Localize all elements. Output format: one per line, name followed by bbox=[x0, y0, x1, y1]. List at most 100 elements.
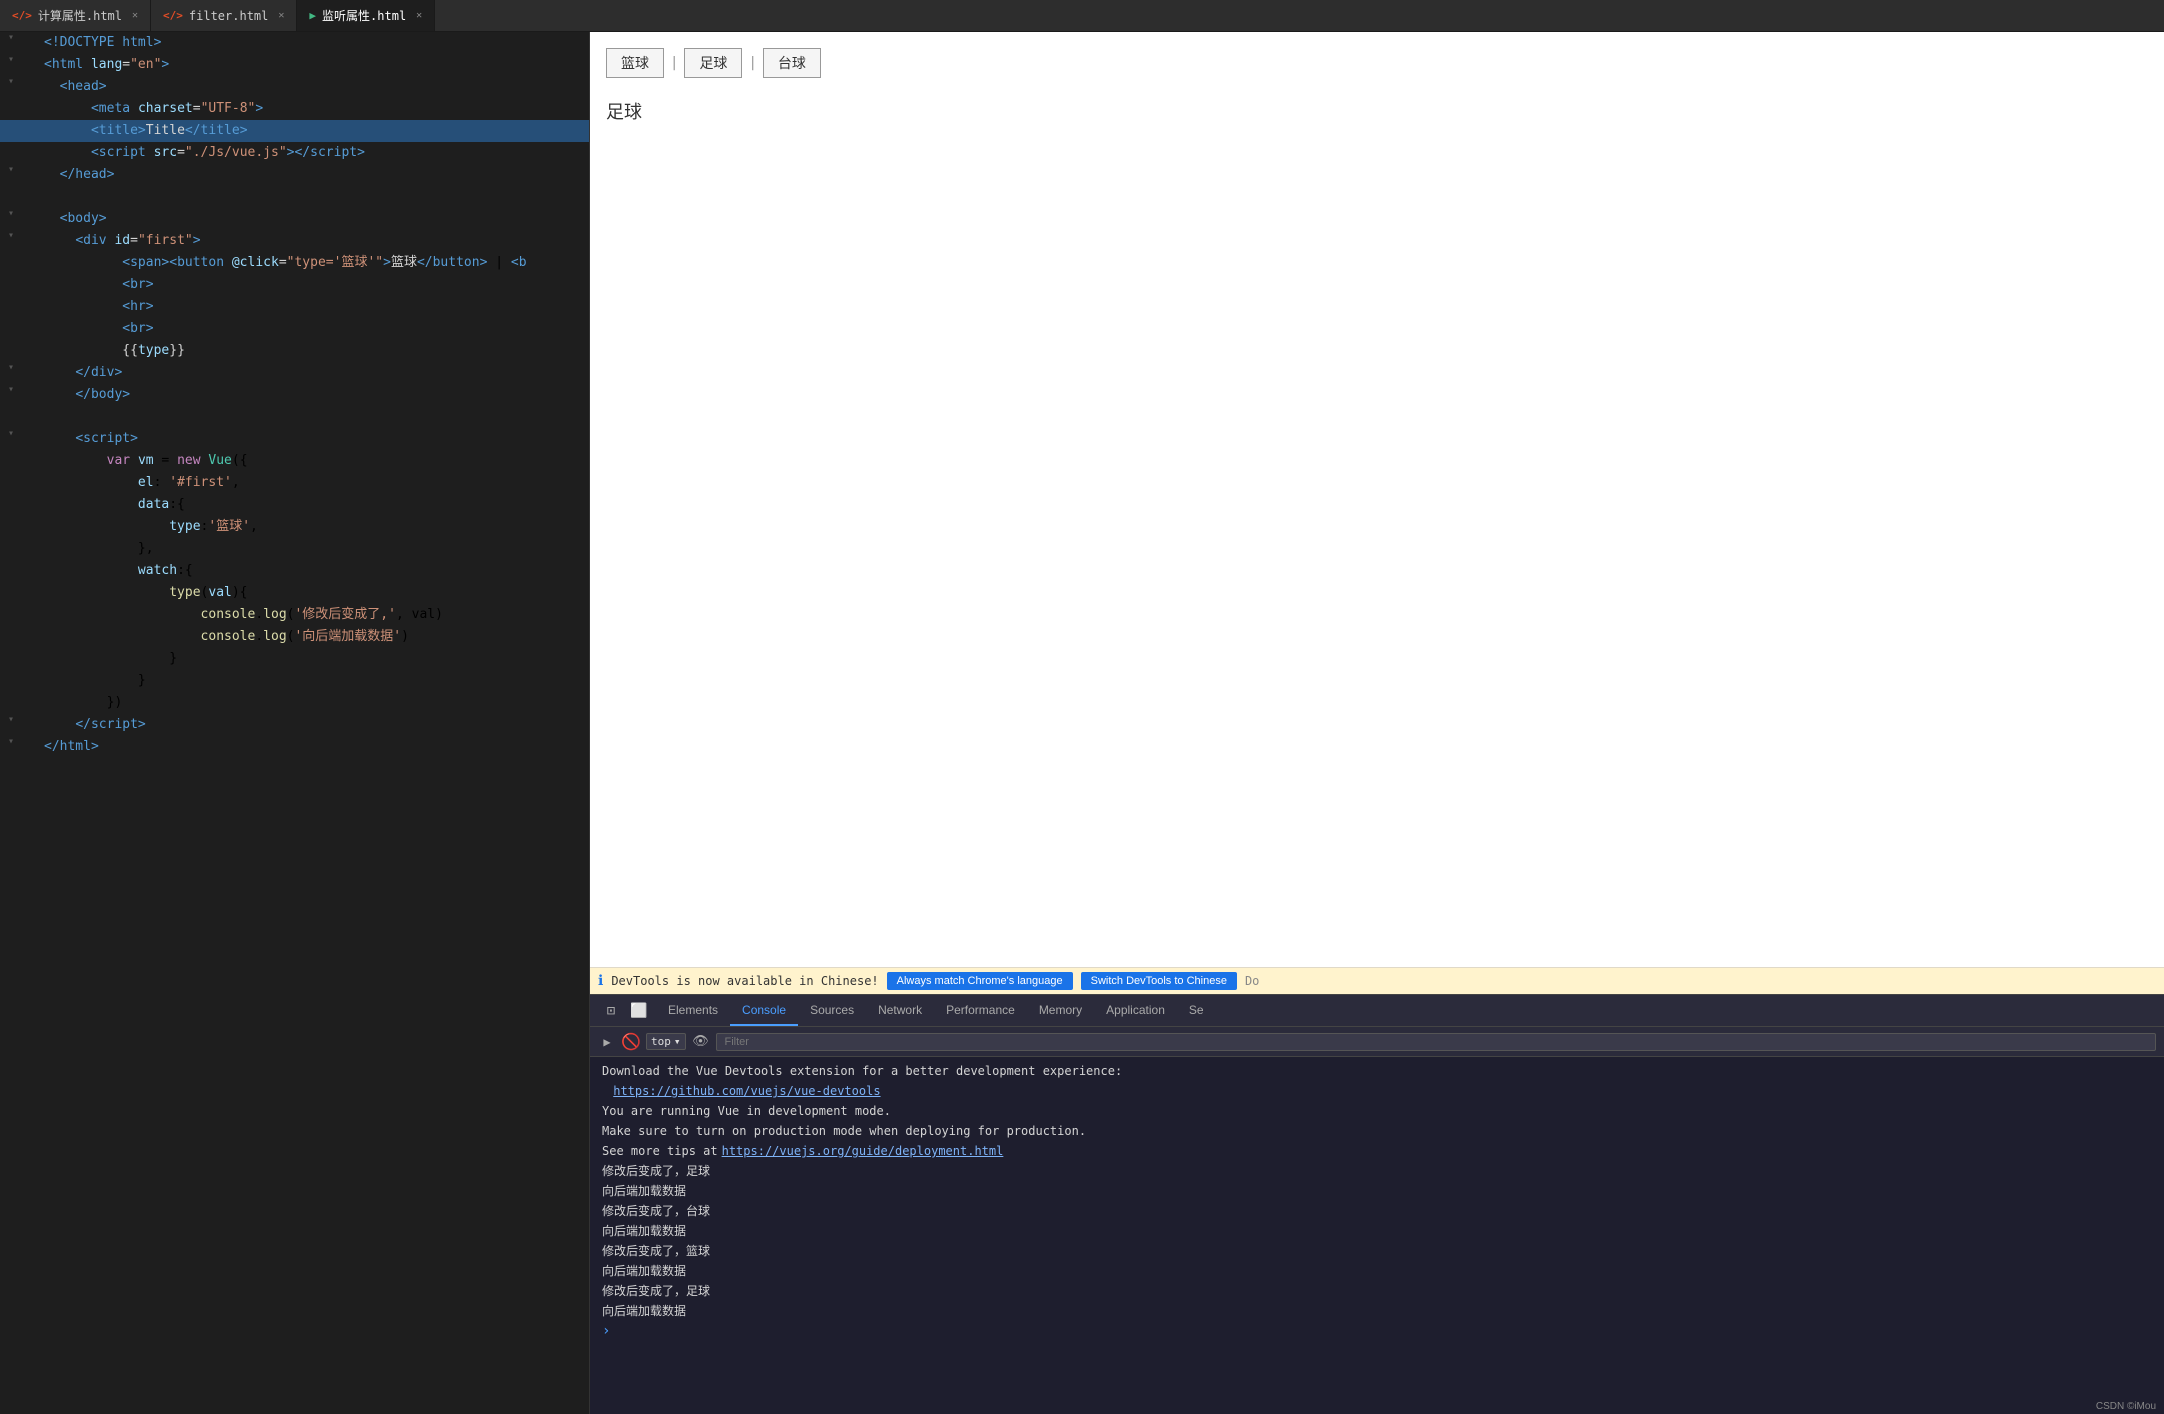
code-line-17: ▾ </body> bbox=[0, 384, 589, 406]
preview-area: 篮球 | 足球 | 台球 足球 bbox=[590, 32, 2164, 967]
fold-arrow-32[interactable]: ▾ bbox=[4, 714, 18, 725]
code-line-33: ▾ </html> bbox=[0, 736, 589, 758]
code-line-1: ▾<!DOCTYPE html> bbox=[0, 32, 589, 54]
console-text-12: 修改后变成了，足球 bbox=[602, 1282, 710, 1300]
line-content-15: {{type}} bbox=[40, 340, 585, 362]
preview-buttons-row: 篮球 | 足球 | 台球 bbox=[606, 48, 2148, 78]
fold-arrow-10[interactable]: ▾ bbox=[4, 230, 18, 241]
line-content-28: console.log('向后端加载数据') bbox=[40, 626, 585, 648]
line-gutter-16: ▾ bbox=[4, 362, 40, 373]
code-line-7: ▾ </head> bbox=[0, 164, 589, 186]
line-content-6: <script src="./Js/vue.js"></script> bbox=[40, 142, 585, 164]
device-toggle-icon[interactable]: ⬜ bbox=[626, 998, 652, 1024]
fold-arrow-33[interactable]: ▾ bbox=[4, 736, 18, 747]
code-line-12: <br> bbox=[0, 274, 589, 296]
tab-console[interactable]: Console bbox=[730, 995, 798, 1026]
notify-btn-switch[interactable]: Switch DevTools to Chinese bbox=[1081, 972, 1237, 990]
tab-security[interactable]: Se bbox=[1177, 995, 1216, 1026]
console-text-11: 向后端加载数据 bbox=[602, 1262, 686, 1280]
line-content-30: } bbox=[40, 670, 585, 692]
console-output: Download the Vue Devtools extension for … bbox=[590, 1057, 2164, 1414]
tab-listen-close[interactable]: ✕ bbox=[416, 10, 422, 21]
console-context-select[interactable]: top ▾ bbox=[646, 1033, 686, 1050]
console-msg-9: 向后端加载数据 bbox=[590, 1221, 2164, 1241]
tab-listen-label: 监听属性.html bbox=[322, 7, 406, 24]
console-text-8: 修改后变成了，台球 bbox=[602, 1202, 710, 1220]
line-content-27: console.log('修改后变成了,', val) bbox=[40, 604, 585, 626]
notify-btn-always[interactable]: Always match Chrome's language bbox=[887, 972, 1073, 990]
code-line-15: {{type}} bbox=[0, 340, 589, 362]
fold-arrow-9[interactable]: ▾ bbox=[4, 208, 18, 219]
line-content-19: <script> bbox=[40, 428, 585, 450]
console-text-3: You are running Vue in development mode. bbox=[602, 1102, 891, 1120]
console-text-7: 向后端加载数据 bbox=[602, 1182, 686, 1200]
line-content-20: var vm = new Vue({ bbox=[40, 450, 585, 472]
notify-do: Do bbox=[1245, 974, 1259, 988]
console-text-9: 向后端加载数据 bbox=[602, 1222, 686, 1240]
info-icon: ℹ bbox=[598, 973, 603, 989]
tab-network[interactable]: Network bbox=[866, 995, 934, 1026]
console-link-2[interactable]: https://vuejs.org/guide/deployment.html bbox=[722, 1142, 1004, 1160]
btn-billiards[interactable]: 台球 bbox=[763, 48, 821, 78]
fold-arrow-2[interactable]: ▾ bbox=[4, 54, 18, 65]
devtools-icons: ⊡ ⬜ bbox=[594, 998, 656, 1024]
console-clear-icon[interactable]: 🚫 bbox=[622, 1033, 640, 1051]
console-msg-6: 修改后变成了，足球 bbox=[590, 1161, 2164, 1181]
code-line-5: <title>Title</title> bbox=[0, 120, 589, 142]
console-link-1[interactable]: https://github.com/vuejs/vue-devtools bbox=[613, 1082, 880, 1100]
code-line-22: data:{ bbox=[0, 494, 589, 516]
line-content-22: data:{ bbox=[40, 494, 585, 516]
tab-memory[interactable]: Memory bbox=[1027, 995, 1094, 1026]
chevron-down-icon: ▾ bbox=[674, 1035, 681, 1048]
fold-arrow-7[interactable]: ▾ bbox=[4, 164, 18, 175]
tab-filter[interactable]: </> filter.html ✕ bbox=[151, 0, 297, 31]
code-editor[interactable]: ▾<!DOCTYPE html>▾<html lang="en">▾ <head… bbox=[0, 32, 590, 1414]
line-content-4: <meta charset="UTF-8"> bbox=[40, 98, 585, 120]
fold-arrow-19[interactable]: ▾ bbox=[4, 428, 18, 439]
tab-calc-close[interactable]: ✕ bbox=[132, 10, 138, 21]
preview-current-value: 足球 bbox=[606, 98, 2148, 124]
code-line-8 bbox=[0, 186, 589, 208]
line-content-24: }, bbox=[40, 538, 585, 560]
btn-basketball[interactable]: 篮球 bbox=[606, 48, 664, 78]
console-msg-7: 向后端加载数据 bbox=[590, 1181, 2164, 1201]
devtools-notification: ℹ DevTools is now available in Chinese! … bbox=[590, 967, 2164, 994]
fold-arrow-1[interactable]: ▾ bbox=[4, 32, 18, 43]
sep-2: | bbox=[742, 48, 762, 78]
console-filter-input[interactable] bbox=[716, 1033, 2157, 1051]
fold-arrow-17[interactable]: ▾ bbox=[4, 384, 18, 395]
tab-elements[interactable]: Elements bbox=[656, 995, 730, 1026]
console-prompt[interactable]: › bbox=[590, 1321, 2164, 1341]
tab-application[interactable]: Application bbox=[1094, 995, 1177, 1026]
code-line-4: <meta charset="UTF-8"> bbox=[0, 98, 589, 120]
fold-arrow-16[interactable]: ▾ bbox=[4, 362, 18, 373]
code-line-28: console.log('向后端加载数据') bbox=[0, 626, 589, 648]
console-msg-12: 修改后变成了，足球 bbox=[590, 1281, 2164, 1301]
tab-sources[interactable]: Sources bbox=[798, 995, 866, 1026]
code-line-9: ▾ <body> bbox=[0, 208, 589, 230]
line-content-14: <br> bbox=[40, 318, 585, 340]
console-msg-1: Download the Vue Devtools extension for … bbox=[590, 1061, 2164, 1081]
console-play-icon[interactable]: ▶ bbox=[598, 1033, 616, 1051]
line-gutter-9: ▾ bbox=[4, 208, 40, 219]
tab-listen[interactable]: ▶ 监听属性.html ✕ bbox=[297, 0, 435, 31]
inspect-element-icon[interactable]: ⊡ bbox=[598, 998, 624, 1024]
tab-performance[interactable]: Performance bbox=[934, 995, 1027, 1026]
line-content-25: watch:{ bbox=[40, 560, 585, 582]
watermark: CSDN ©iMou bbox=[2096, 1401, 2156, 1412]
fold-arrow-3[interactable]: ▾ bbox=[4, 76, 18, 87]
line-content-33: </html> bbox=[40, 736, 585, 758]
code-line-25: watch:{ bbox=[0, 560, 589, 582]
btn-soccer[interactable]: 足球 bbox=[684, 48, 742, 78]
console-toolbar: ▶ 🚫 top ▾ 👁 bbox=[590, 1027, 2164, 1057]
code-line-19: ▾ <script> bbox=[0, 428, 589, 450]
line-gutter-19: ▾ bbox=[4, 428, 40, 439]
browser-panel: 篮球 | 足球 | 台球 足球 ℹ DevTools is now availa… bbox=[590, 32, 2164, 1414]
tab-filter-close[interactable]: ✕ bbox=[278, 10, 284, 21]
console-text-4: Make sure to turn on production mode whe… bbox=[602, 1122, 1086, 1140]
line-gutter-10: ▾ bbox=[4, 230, 40, 241]
console-text-13: 向后端加载数据 bbox=[602, 1302, 686, 1320]
console-eye-icon[interactable]: 👁 bbox=[692, 1033, 710, 1051]
console-text-1: Download the Vue Devtools extension for … bbox=[602, 1062, 1122, 1080]
tab-calc[interactable]: </> 计算属性.html ✕ bbox=[0, 0, 151, 31]
